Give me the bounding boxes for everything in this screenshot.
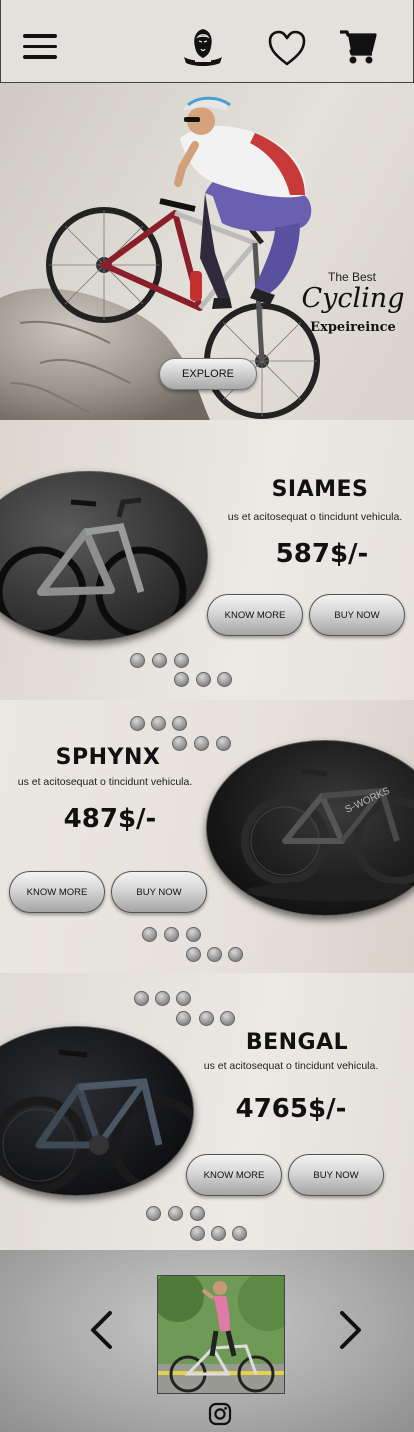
buy-now-button[interactable]: BUY NOW — [111, 871, 207, 913]
know-more-button[interactable]: KNOW MORE — [207, 594, 303, 636]
carousel-dot[interactable] — [220, 1011, 235, 1026]
carousel-dot[interactable] — [174, 653, 189, 668]
product-image-sphynx[interactable]: S-WORKS — [206, 740, 414, 916]
heart-icon[interactable] — [267, 29, 307, 67]
carousel-dot[interactable] — [232, 1226, 247, 1241]
carousel-dot[interactable] — [151, 716, 166, 731]
carousel-dot[interactable] — [196, 672, 211, 687]
carousel-dot[interactable] — [174, 672, 189, 687]
carousel-dot[interactable] — [130, 653, 145, 668]
explore-button[interactable]: EXPLORE — [159, 358, 257, 390]
carousel-dot[interactable] — [199, 1011, 214, 1026]
product-price: 4765$/- — [235, 1094, 347, 1124]
carousel-dot[interactable] — [146, 1206, 161, 1221]
product-section-siames: SIAMES us et acitosequat o tincidunt veh… — [0, 420, 414, 700]
lion-crest-logo-icon[interactable] — [181, 25, 225, 69]
buy-now-button[interactable]: BUY NOW — [309, 594, 405, 636]
chevron-right-icon[interactable] — [338, 1310, 364, 1350]
product-section-bengal: BENGAL us et acitosequat o tincidunt veh… — [0, 973, 414, 1250]
hamburger-menu-icon[interactable] — [23, 34, 57, 60]
carousel-dot[interactable] — [228, 947, 243, 962]
carousel-dot[interactable] — [186, 947, 201, 962]
product-description: us et acitosequat o tincidunt vehicula. — [203, 1060, 379, 1072]
carousel-dot[interactable] — [194, 736, 209, 751]
product-section-sphynx: SPHYNX us et acitosequat o tincidunt veh… — [0, 700, 414, 973]
carousel-dot[interactable] — [217, 672, 232, 687]
product-image-siames[interactable] — [0, 471, 208, 641]
product-description: us et acitosequat o tincidunt vehicula. — [17, 776, 193, 788]
carousel-dot[interactable] — [207, 947, 222, 962]
know-more-button[interactable]: KNOW MORE — [9, 871, 105, 913]
carousel-dot[interactable] — [176, 1011, 191, 1026]
carousel-dot[interactable] — [155, 991, 170, 1006]
carousel-dot[interactable] — [176, 991, 191, 1006]
instagram-icon[interactable] — [208, 1402, 232, 1426]
know-more-button[interactable]: KNOW MORE — [186, 1154, 282, 1196]
gallery-photo[interactable] — [157, 1275, 285, 1394]
carousel-dot[interactable] — [168, 1206, 183, 1221]
carousel-dot[interactable] — [130, 716, 145, 731]
product-description: us et acitosequat o tincidunt vehicula. — [227, 511, 403, 523]
carousel-dot[interactable] — [211, 1226, 226, 1241]
hero-tagline-top: The Best — [327, 270, 377, 284]
product-name: SIAMES — [271, 477, 369, 502]
top-header — [0, 0, 414, 83]
carousel-dot[interactable] — [172, 736, 187, 751]
carousel-dot[interactable] — [190, 1206, 205, 1221]
carousel-dot[interactable] — [190, 1226, 205, 1241]
chevron-left-icon[interactable] — [88, 1310, 114, 1350]
product-image-bengal[interactable] — [0, 1026, 194, 1196]
carousel-dot[interactable] — [216, 736, 231, 751]
shopping-cart-icon[interactable] — [339, 29, 377, 65]
product-name: BENGAL — [245, 1030, 349, 1055]
product-price: 487$/- — [63, 804, 157, 834]
buy-now-button[interactable]: BUY NOW — [288, 1154, 384, 1196]
carousel-dot[interactable] — [142, 927, 157, 942]
carousel-dot[interactable] — [164, 927, 179, 942]
product-name: SPHYNX — [55, 745, 161, 770]
carousel-dot[interactable] — [152, 653, 167, 668]
carousel-dot[interactable] — [134, 991, 149, 1006]
carousel-dot[interactable] — [172, 716, 187, 731]
hero-tagline-sub: Expeireince — [310, 320, 396, 335]
hero-tagline-main: Cycling — [301, 283, 405, 314]
carousel-dot[interactable] — [186, 927, 201, 942]
product-price: 587$/- — [275, 539, 369, 569]
